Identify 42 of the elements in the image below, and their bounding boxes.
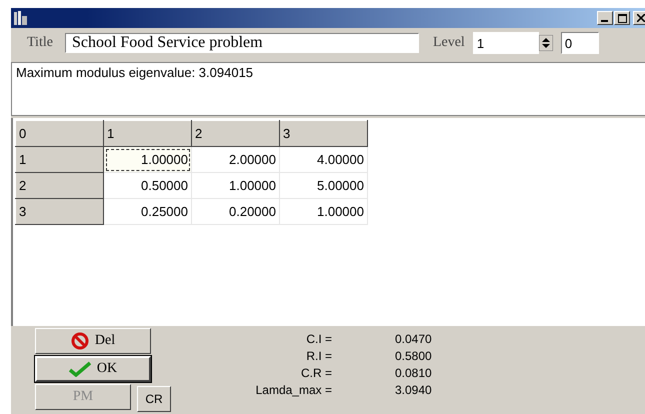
result-value: 3.0940 bbox=[394, 383, 433, 397]
result-label: R.I = bbox=[305, 349, 333, 363]
column-header: 3 bbox=[280, 120, 368, 146]
row-header: 2 bbox=[16, 172, 104, 198]
maximize-icon bbox=[618, 14, 626, 22]
table-cell[interactable]: 1.00000 bbox=[280, 198, 368, 224]
table-cell[interactable]: 1.00000 bbox=[192, 172, 280, 198]
title-label: Title bbox=[27, 35, 53, 51]
maximize-button[interactable] bbox=[614, 11, 630, 25]
table-cell[interactable]: 2.00000 bbox=[192, 146, 280, 172]
minimize-button[interactable] bbox=[597, 11, 613, 25]
level-label: Level bbox=[432, 35, 465, 51]
table-cell[interactable]: 0.50000 bbox=[104, 172, 192, 198]
value-input[interactable]: 0 bbox=[560, 32, 599, 54]
app-icon bbox=[13, 10, 29, 26]
row-header: 1 bbox=[16, 146, 104, 172]
table-cell[interactable]: 4.00000 bbox=[280, 146, 368, 172]
message-text: Maximum modulus eigenvalue: 3.094015 bbox=[16, 65, 254, 80]
button[interactable]: CR bbox=[137, 386, 171, 412]
delete-button[interactable]: Del bbox=[35, 328, 151, 354]
result-label: Lamda_max = bbox=[254, 383, 333, 397]
close-icon bbox=[637, 14, 645, 22]
table-cell[interactable]: 0.25000 bbox=[104, 198, 192, 224]
result-value: 0.5800 bbox=[394, 349, 433, 363]
column-header: 2 bbox=[192, 120, 280, 146]
table-cell[interactable]: 5.00000 bbox=[280, 172, 368, 198]
title-input[interactable]: School Food Service problem bbox=[64, 33, 419, 53]
close-button[interactable] bbox=[633, 11, 645, 25]
spin-arrows-icon[interactable] bbox=[538, 35, 553, 51]
result-label: C.R = bbox=[300, 366, 333, 380]
ok-button[interactable]: OK bbox=[35, 356, 151, 382]
grid-corner-cell: 0 bbox=[16, 120, 104, 146]
no-entry-icon bbox=[70, 332, 89, 350]
result-label: C.I = bbox=[305, 332, 333, 346]
result-value: 0.0470 bbox=[394, 332, 433, 346]
table-cell[interactable]: 0.20000 bbox=[192, 198, 280, 224]
column-header: 1 bbox=[104, 120, 192, 146]
row-header: 3 bbox=[16, 198, 104, 224]
table-cell[interactable]: 1.00000 bbox=[104, 146, 192, 172]
result-value: 0.0810 bbox=[394, 366, 433, 380]
level-input[interactable]: 1 bbox=[472, 32, 539, 54]
check-icon bbox=[68, 361, 91, 377]
